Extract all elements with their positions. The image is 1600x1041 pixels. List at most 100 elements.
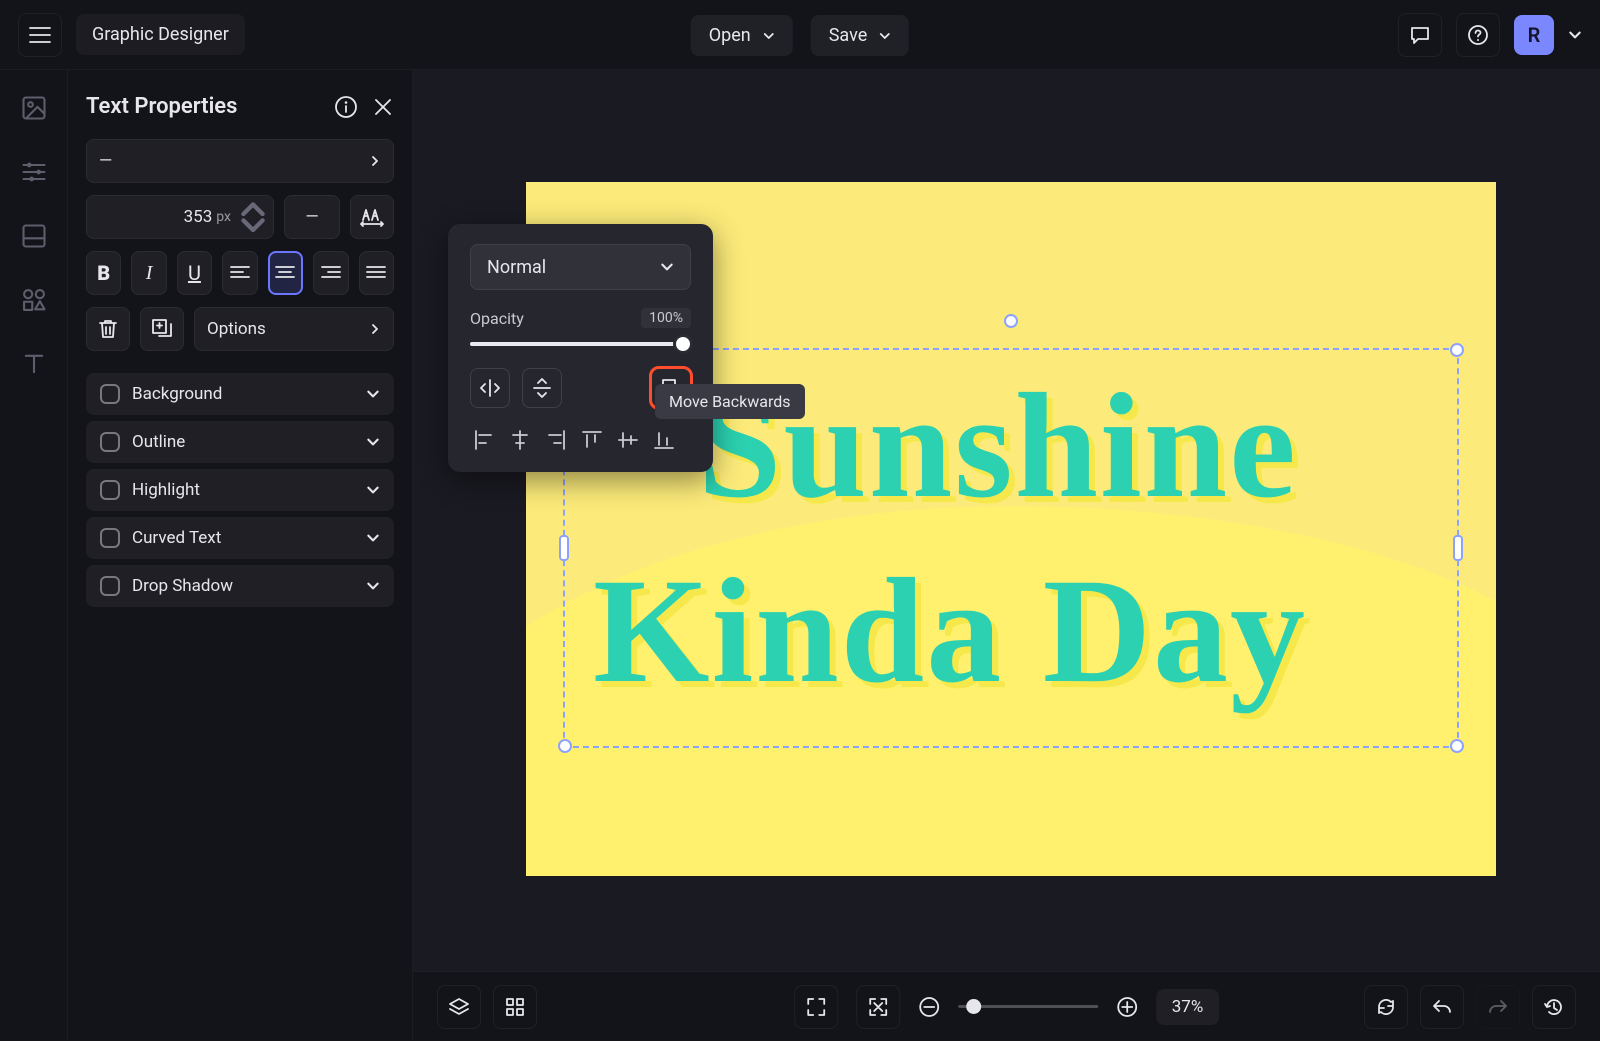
chevron-right-icon — [369, 323, 381, 335]
selection-handle[interactable] — [1453, 535, 1463, 561]
refresh-button[interactable] — [1364, 985, 1408, 1029]
underline-button[interactable]: U — [177, 251, 212, 295]
align-right-button[interactable] — [313, 251, 348, 295]
zoom-in-button[interactable] — [1116, 996, 1138, 1018]
layout-tool-icon[interactable] — [20, 222, 48, 250]
line-height-field[interactable]: — — [284, 195, 340, 239]
duplicate-icon — [151, 318, 173, 340]
align-center-icon — [275, 265, 295, 281]
options-popover: Normal Opacity 100% — [448, 224, 713, 472]
italic-button[interactable]: I — [131, 251, 166, 295]
accordion-drop-shadow[interactable]: Drop Shadow — [86, 565, 394, 607]
italic-icon: I — [146, 262, 153, 285]
size-stepper[interactable] — [241, 202, 265, 233]
chevron-down-icon — [366, 483, 380, 497]
font-size-unit: px — [216, 209, 231, 225]
zoom-slider[interactable] — [958, 1005, 1098, 1008]
align-left-button[interactable] — [222, 251, 257, 295]
info-icon[interactable] — [334, 95, 358, 119]
letter-spacing-button[interactable] — [350, 195, 394, 239]
blend-mode-value: Normal — [487, 257, 546, 278]
blend-mode-select[interactable]: Normal — [470, 244, 691, 290]
redo-button[interactable] — [1476, 985, 1520, 1029]
accordion-label: Outline — [132, 432, 366, 452]
delete-button[interactable] — [86, 307, 130, 351]
align-left-edges-button[interactable] — [470, 426, 498, 454]
actual-size-icon — [868, 997, 888, 1017]
align-justify-button[interactable] — [359, 251, 394, 295]
selection-handle-rotate[interactable] — [1004, 314, 1018, 328]
fit-screen-icon — [806, 997, 826, 1017]
accordion-label: Highlight — [132, 480, 366, 500]
close-icon[interactable] — [372, 96, 394, 118]
undo-button[interactable] — [1420, 985, 1464, 1029]
shapes-tool-icon[interactable] — [20, 286, 48, 314]
flip-vertical-button[interactable] — [522, 368, 562, 408]
accordion-highlight[interactable]: Highlight — [86, 469, 394, 511]
fit-screen-button[interactable] — [794, 985, 838, 1029]
accordion-outline[interactable]: Outline — [86, 421, 394, 463]
align-left-edges-icon — [473, 429, 495, 451]
checkbox[interactable] — [100, 528, 120, 548]
panel-title: Text Properties — [86, 94, 320, 119]
actual-size-button[interactable] — [856, 985, 900, 1029]
bold-button[interactable]: B — [86, 251, 121, 295]
duplicate-button[interactable] — [140, 307, 184, 351]
selection-handle[interactable] — [559, 535, 569, 561]
selection-handle[interactable] — [1450, 739, 1464, 753]
save-dropdown[interactable]: Save — [811, 15, 910, 56]
align-right-edges-icon — [545, 429, 567, 451]
accordion-curved-text[interactable]: Curved Text — [86, 517, 394, 559]
zoom-out-button[interactable] — [918, 996, 940, 1018]
tooltip: Move Backwards — [655, 384, 805, 419]
zoom-value[interactable]: 37% — [1156, 989, 1220, 1025]
help-icon — [1467, 24, 1489, 46]
avatar[interactable]: R — [1514, 15, 1554, 55]
menu-button[interactable] — [18, 13, 62, 57]
adjust-tool-icon[interactable] — [20, 158, 48, 186]
align-vertical-center-button[interactable] — [614, 426, 642, 454]
selection-handle[interactable] — [1450, 343, 1464, 357]
opacity-value: 100% — [641, 308, 691, 328]
checkbox[interactable] — [100, 432, 120, 452]
chevron-down-icon — [660, 260, 674, 274]
align-justify-icon — [366, 265, 386, 281]
image-tool-icon[interactable] — [20, 94, 48, 122]
letter-spacing-icon — [360, 207, 384, 227]
open-label: Open — [709, 25, 751, 46]
align-bottom-edges-button[interactable] — [650, 426, 678, 454]
text-tool-icon[interactable] — [20, 350, 48, 378]
save-label: Save — [829, 25, 868, 46]
flip-horizontal-button[interactable] — [470, 368, 510, 408]
slider-handle[interactable] — [966, 999, 981, 1014]
checkbox[interactable] — [100, 576, 120, 596]
checkbox[interactable] — [100, 384, 120, 404]
accordion-label: Drop Shadow — [132, 576, 366, 596]
options-dropdown[interactable]: Options — [194, 307, 394, 351]
align-left-icon — [230, 265, 250, 281]
grid-button[interactable] — [493, 985, 537, 1029]
open-dropdown[interactable]: Open — [691, 15, 793, 56]
chevron-down-icon[interactable] — [1568, 28, 1582, 42]
history-button[interactable] — [1532, 985, 1576, 1029]
checkbox[interactable] — [100, 480, 120, 500]
align-right-edges-button[interactable] — [542, 426, 570, 454]
font-family-field[interactable]: — — [86, 139, 394, 183]
font-size-field[interactable]: 353 px — [86, 195, 274, 239]
comments-button[interactable] — [1398, 13, 1442, 57]
refresh-icon — [1376, 997, 1396, 1017]
align-h-center-icon — [509, 429, 531, 451]
canvas[interactable]: Sunshine Kinda Day — [413, 70, 1600, 971]
accordion-background[interactable]: Background — [86, 373, 394, 415]
underline-icon: U — [188, 261, 201, 285]
align-horizontal-center-button[interactable] — [506, 426, 534, 454]
help-button[interactable] — [1456, 13, 1500, 57]
layers-button[interactable] — [437, 985, 481, 1029]
slider-handle[interactable] — [673, 334, 693, 354]
font-family-value: — — [99, 151, 112, 171]
align-center-button[interactable] — [268, 251, 304, 295]
flip-horizontal-icon — [479, 378, 501, 398]
align-top-edges-button[interactable] — [578, 426, 606, 454]
selection-handle[interactable] — [558, 739, 572, 753]
opacity-slider[interactable] — [470, 342, 691, 346]
